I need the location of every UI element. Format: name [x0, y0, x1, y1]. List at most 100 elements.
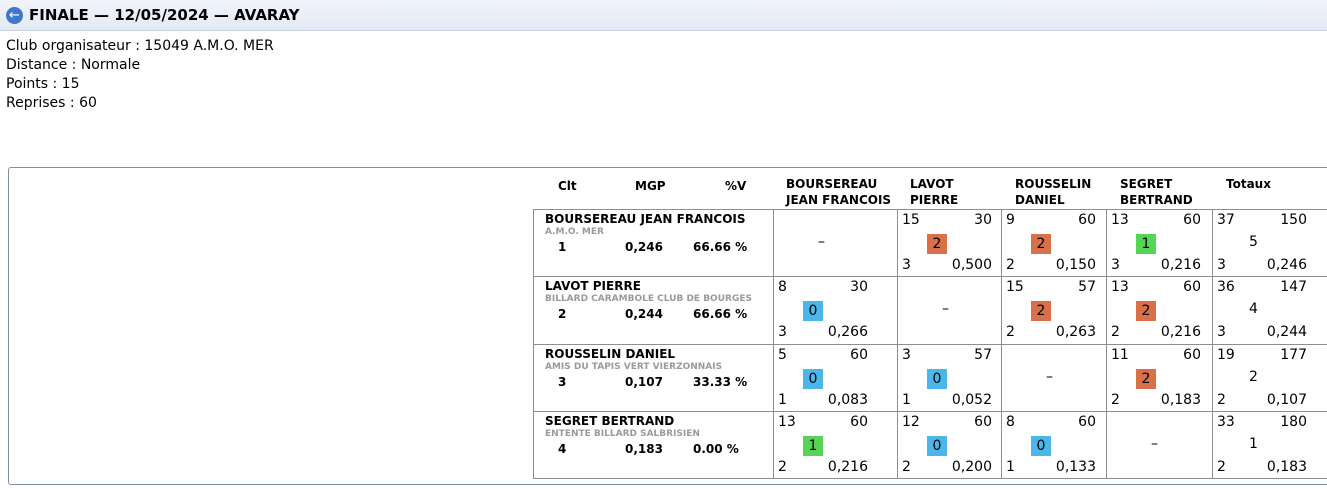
match-points-badge: 2 — [1031, 301, 1051, 321]
best-series: 3 — [1217, 257, 1226, 273]
best-series: 3 — [778, 324, 787, 340]
player-name: LAVOT PIERRE — [545, 279, 641, 293]
innings-count: 60 — [1183, 347, 1201, 363]
player-club: ENTENTE BILLARD SALBRISIEN — [545, 429, 700, 439]
best-series: 2 — [1006, 257, 1015, 273]
best-series: 3 — [1217, 324, 1226, 340]
match-cell: 3 57 0 1 0,052 — [897, 345, 1001, 411]
col-header-clt: Clt — [558, 179, 577, 193]
points-scored: 19 — [1217, 347, 1235, 363]
not-played-dash: – — [942, 301, 949, 317]
not-played-dash: – — [1046, 369, 1053, 385]
average: 0,500 — [951, 257, 992, 273]
col-header-opponent-3: ROUSSELIN DANIEL — [1015, 177, 1092, 207]
points-scored: 8 — [1006, 414, 1015, 430]
total-match-points: 2 — [1249, 369, 1258, 385]
arrow-left-icon[interactable]: ← — [6, 7, 23, 24]
innings-count: 60 — [1183, 212, 1201, 228]
page-title: FINALE — 12/05/2024 — AVARAY — [29, 6, 300, 24]
organizer-club: Club organisateur : 15049 A.M.O. MER — [6, 38, 274, 54]
points-scored: 15 — [1006, 279, 1024, 295]
total-match-points: 4 — [1249, 301, 1258, 317]
player-club: BILLARD CARAMBOLE CLUB DE BOURGES — [545, 294, 752, 304]
innings-count: 147 — [1280, 279, 1307, 295]
player-rank: 1 — [558, 240, 567, 254]
player-mgp: 0,107 — [625, 375, 663, 389]
best-series: 2 — [1111, 324, 1120, 340]
points-scored: 3 — [902, 347, 911, 363]
player-percent-victories: 66.66 % — [693, 240, 748, 254]
innings-count: 180 — [1280, 414, 1307, 430]
col-header-percent-victories: %V — [725, 179, 747, 193]
average: 0,083 — [827, 392, 868, 408]
best-series: 3 — [902, 257, 911, 273]
points-scored: 37 — [1217, 212, 1235, 228]
innings-count: 60 — [850, 414, 868, 430]
match-cell: 8 30 0 3 0,266 — [773, 277, 877, 343]
player-percent-victories: 66.66 % — [693, 307, 748, 321]
reprises: Reprises : 60 — [6, 95, 97, 111]
best-series: 2 — [1006, 324, 1015, 340]
points-scored: 12 — [902, 414, 920, 430]
average: 0,183 — [1160, 392, 1201, 408]
match-cell: – — [773, 210, 877, 276]
match-points-badge: 2 — [1136, 301, 1156, 321]
average: 0,133 — [1055, 459, 1096, 475]
best-series: 2 — [902, 459, 911, 475]
player-club: A.M.O. MER — [545, 227, 604, 237]
match-points-badge: 2 — [1136, 369, 1156, 389]
total-match-points: 5 — [1249, 234, 1258, 250]
total-cell: 19 177 2 2 0,107 — [1212, 345, 1316, 411]
average: 0,216 — [1160, 257, 1201, 273]
player-rank: 2 — [558, 307, 567, 321]
best-series: 1 — [902, 392, 911, 408]
total-cell: 37 150 5 3 0,246 — [1212, 210, 1316, 276]
distance: Distance : Normale — [6, 57, 141, 73]
match-points-badge: 0 — [803, 369, 823, 389]
match-cell: 8 60 0 1 0,133 — [1001, 412, 1105, 478]
match-points-badge: 1 — [803, 436, 823, 456]
total-cell: 33 180 1 2 0,183 — [1212, 412, 1316, 478]
grid-line — [533, 478, 1327, 479]
not-played-dash: – — [1151, 436, 1158, 452]
points-scored: 11 — [1111, 347, 1129, 363]
match-points-badge: 2 — [927, 234, 947, 254]
col-header-opponent-2: LAVOT PIERRE — [910, 177, 959, 207]
player-name: SEGRET BERTRAND — [545, 414, 675, 428]
innings-count: 60 — [974, 414, 992, 430]
match-cell: 13 60 1 2 0,216 — [773, 412, 877, 478]
player-percent-victories: 33.33 % — [693, 375, 748, 389]
innings-count: 57 — [1078, 279, 1096, 295]
innings-count: 177 — [1280, 347, 1307, 363]
player-mgp: 0,183 — [625, 442, 663, 456]
points-scored: 13 — [1111, 279, 1129, 295]
match-cell: – — [1001, 345, 1105, 411]
average: 0,183 — [1266, 459, 1307, 475]
match-points-badge: 0 — [803, 301, 823, 321]
points-scored: 13 — [1111, 212, 1129, 228]
player-name: BOURSEREAU JEAN FRANCOIS — [545, 212, 746, 226]
match-points-badge: 1 — [1136, 234, 1156, 254]
player-mgp: 0,246 — [625, 240, 663, 254]
total-cell: 36 147 4 3 0,244 — [1212, 277, 1316, 343]
best-series: 1 — [1006, 459, 1015, 475]
col-header-mgp: MGP — [635, 179, 666, 193]
match-cell: 9 60 2 2 0,150 — [1001, 210, 1105, 276]
match-cell: 13 60 2 2 0,216 — [1106, 277, 1210, 343]
innings-count: 60 — [1078, 414, 1096, 430]
innings-count: 57 — [974, 347, 992, 363]
average: 0,200 — [951, 459, 992, 475]
not-played-dash: – — [818, 234, 825, 250]
match-cell: 12 60 0 2 0,200 — [897, 412, 1001, 478]
match-cell: 15 30 2 3 0,500 — [897, 210, 1001, 276]
innings-count: 30 — [850, 279, 868, 295]
match-cell: 11 60 2 2 0,183 — [1106, 345, 1210, 411]
col-header-opponent-1: BOURSEREAU JEAN FRANCOIS — [786, 177, 892, 207]
competition-info: Club organisateur : 15049 A.M.O. MER Dis… — [6, 37, 274, 113]
innings-count: 150 — [1280, 212, 1307, 228]
best-series: 2 — [1217, 459, 1226, 475]
average: 0,266 — [827, 324, 868, 340]
grid-line — [533, 209, 534, 479]
col-header-totaux: Totaux — [1226, 177, 1271, 191]
col-header-opponent-4: SEGRET BERTRAND — [1120, 177, 1193, 207]
